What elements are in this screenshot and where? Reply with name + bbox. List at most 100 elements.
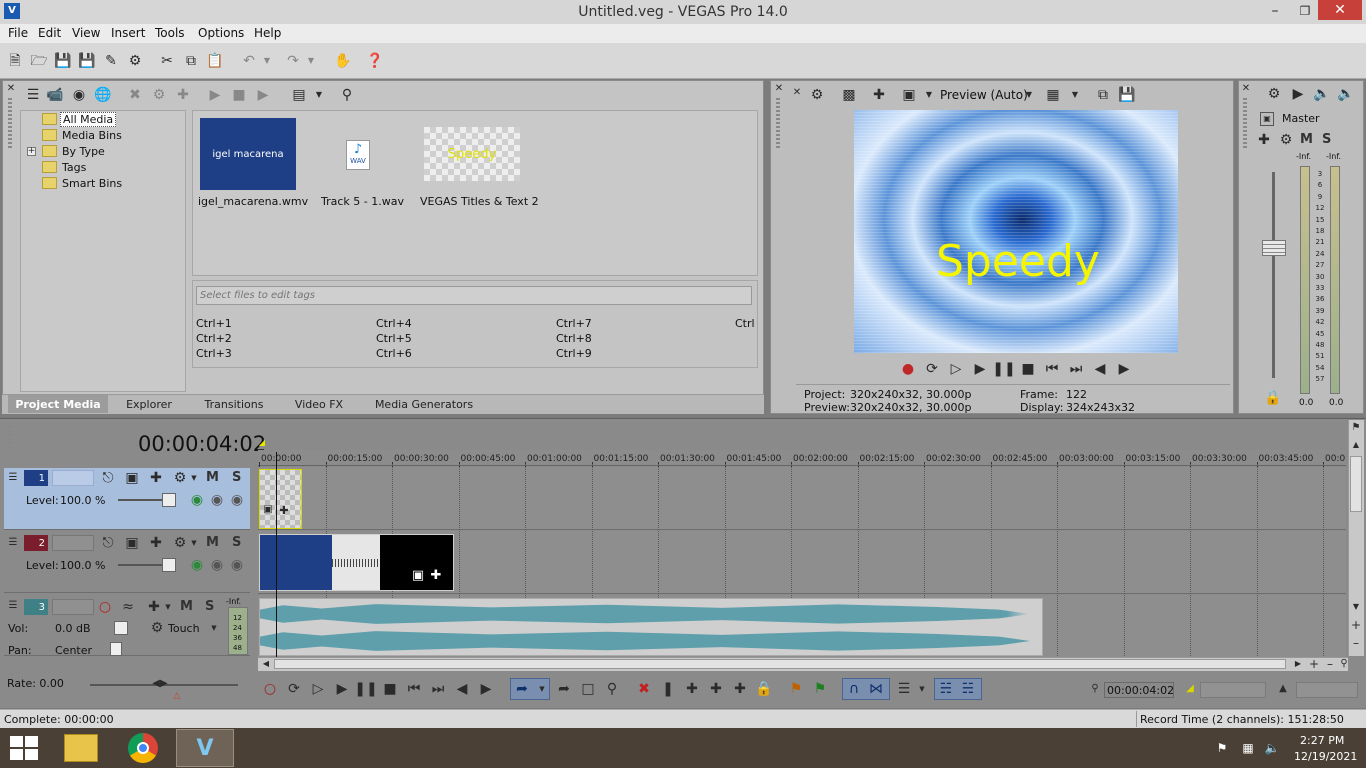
undo-icon[interactable]: ↶ xyxy=(240,52,258,70)
menu-tools[interactable]: Tools xyxy=(155,26,185,40)
windows-start-icon[interactable] xyxy=(10,736,38,760)
pause-icon[interactable]: ❚❚ xyxy=(992,361,1015,377)
tab-transitions[interactable]: Transitions xyxy=(190,395,278,413)
title-text-clip[interactable] xyxy=(259,469,302,529)
paste-icon[interactable]: 📋 xyxy=(206,52,224,70)
selection-length-field[interactable] xyxy=(1200,682,1266,698)
trim-end-icon[interactable]: ✚ xyxy=(708,681,724,697)
master-mute-button[interactable]: M xyxy=(1300,132,1313,147)
tag-shortcut[interactable]: Ctrl+5 xyxy=(376,332,412,345)
tag-shortcut[interactable]: Ctrl+6 xyxy=(376,347,412,360)
search-icon[interactable]: ⚲ xyxy=(338,86,356,104)
track-name-field-2[interactable] xyxy=(52,535,94,551)
clip-fx-icon[interactable]: ✚ xyxy=(278,504,290,516)
go-to-end-icon[interactable]: ⏭ xyxy=(1068,361,1084,377)
mixer-properties-icon[interactable]: ⚙ xyxy=(1266,86,1282,102)
delete-icon[interactable]: ✖ xyxy=(636,681,652,697)
envelope-tool-icon[interactable]: ➦ xyxy=(556,681,572,697)
play-icon[interactable]: ▶ xyxy=(972,361,988,377)
media-file-title-thumb[interactable]: Speedy xyxy=(424,127,520,181)
restore-icon[interactable]: ❐ xyxy=(1292,2,1318,20)
save-snapshot-icon[interactable]: 💾 xyxy=(1118,86,1136,104)
network-icon[interactable]: ▦ xyxy=(1240,740,1256,756)
auto-preview-icon[interactable]: ▶ xyxy=(254,86,272,104)
selection-end-field[interactable] xyxy=(1296,682,1358,698)
compositing-mode-icon[interactable]: ⎋ xyxy=(100,470,116,486)
insert-marker-icon[interactable]: ⚑ xyxy=(788,681,804,697)
track-fx-icon[interactable]: ⚙ xyxy=(172,535,188,551)
tree-item-all-media[interactable]: All Media xyxy=(60,112,117,127)
go-to-start-icon[interactable]: ⏮ xyxy=(1044,361,1060,377)
rate-slider-handle[interactable]: ◀▶ xyxy=(146,677,174,691)
track-fx-dropdown-icon[interactable]: ▼ xyxy=(190,537,198,549)
menu-help[interactable]: Help xyxy=(254,26,281,40)
insert-region-icon[interactable]: ⚑ xyxy=(812,681,828,697)
compositing-mode-icon[interactable]: ⎋ xyxy=(100,535,116,551)
panel-grip[interactable] xyxy=(776,98,780,148)
collapse-track-icon[interactable]: ☰ xyxy=(7,537,19,549)
menu-insert[interactable]: Insert xyxy=(111,26,145,40)
scroll-up-icon[interactable]: ▲ xyxy=(1349,438,1363,452)
auto-ripple-icon[interactable]: ☰ xyxy=(896,681,912,697)
track-fx-icon[interactable]: ✚ xyxy=(146,599,162,615)
copy-icon[interactable]: ⧉ xyxy=(182,52,200,70)
playhead-cursor[interactable] xyxy=(276,452,277,660)
enable-snapping-icon[interactable]: ✋ xyxy=(334,52,352,70)
timeline-timecode[interactable]: 00:00:04:02 xyxy=(138,432,266,456)
import-media-icon[interactable]: ☰ xyxy=(24,86,42,104)
clip-pan-crop-icon[interactable]: ▣ xyxy=(262,504,274,516)
save-as-icon[interactable]: 💾 xyxy=(78,52,96,70)
composite-child-icon[interactable]: ◉ xyxy=(210,558,224,572)
views-icon[interactable]: ▤ xyxy=(290,86,308,104)
next-frame-icon[interactable]: ▶ xyxy=(1116,361,1132,377)
play-from-start-icon[interactable]: ▷ xyxy=(948,361,964,377)
zoom-out-horizontal-icon[interactable]: – xyxy=(1324,658,1336,670)
record-icon[interactable]: ○ xyxy=(262,681,278,697)
loop-playback-icon[interactable]: ⟳ xyxy=(924,361,940,377)
tree-item-tags[interactable]: Tags xyxy=(62,161,86,174)
close-icon[interactable]: ✕ xyxy=(1318,0,1362,20)
zoom-in-horizontal-icon[interactable]: + xyxy=(1308,658,1320,670)
external-monitor-icon[interactable]: ▩ xyxy=(840,86,858,104)
vegas-taskbar-icon[interactable]: V xyxy=(176,729,234,767)
mask-icon[interactable]: ◉ xyxy=(230,558,244,572)
media-properties-icon[interactable]: ✚ xyxy=(174,86,192,104)
pan-slider-handle[interactable] xyxy=(110,642,122,656)
solo-button-1[interactable]: S xyxy=(232,470,241,485)
tree-item-by-type[interactable]: By Type xyxy=(62,145,105,158)
remove-media-icon[interactable]: ✖ xyxy=(126,86,144,104)
tag-shortcut[interactable]: Ctrl xyxy=(735,317,755,330)
tag-shortcut[interactable]: Ctrl+3 xyxy=(196,347,232,360)
expand-plus-icon[interactable]: + xyxy=(27,147,36,156)
vertical-scroll-thumb[interactable] xyxy=(1350,456,1362,512)
audio-clip[interactable] xyxy=(259,598,1043,656)
tag-shortcut[interactable]: Ctrl+8 xyxy=(556,332,592,345)
solo-button-2[interactable]: S xyxy=(232,535,241,550)
stop-icon[interactable]: ■ xyxy=(1020,361,1036,377)
composite-parent-icon[interactable]: ◉ xyxy=(190,493,204,507)
edit-tool-dropdown-icon[interactable]: ▼ xyxy=(538,683,546,695)
tags-input[interactable] xyxy=(196,286,752,305)
collapse-track-icon[interactable]: ☰ xyxy=(7,600,19,612)
ripple-dropdown-icon[interactable]: ▼ xyxy=(918,683,926,695)
open-folder-icon[interactable]: 🗁 xyxy=(30,52,48,70)
composite-parent-icon[interactable]: ◉ xyxy=(190,558,204,572)
bus-fx-icon[interactable]: ⚙ xyxy=(1278,132,1294,148)
track-name-field-1[interactable] xyxy=(52,470,94,486)
preview-properties-icon[interactable]: ⚙ xyxy=(808,86,826,104)
get-media-web-icon[interactable]: 🌐 xyxy=(94,86,112,104)
tab-explorer[interactable]: Explorer xyxy=(112,395,186,413)
zoom-in-vertical-icon[interactable]: + xyxy=(1349,618,1363,632)
track-lane-1[interactable] xyxy=(258,467,1346,530)
split-screen-icon[interactable]: ✚ xyxy=(870,86,888,104)
scroll-right-icon[interactable]: ▶ xyxy=(1292,658,1304,670)
tab-media-generators[interactable]: Media Generators xyxy=(360,395,488,413)
panel-close-icon[interactable]: ✕ xyxy=(1241,84,1251,94)
lock-icon[interactable]: 🔒 xyxy=(755,681,772,697)
tab-video-fx[interactable]: Video FX xyxy=(282,395,356,413)
media-file-igel[interactable]: igel macarena xyxy=(200,118,296,190)
trim-start-icon[interactable]: ✚ xyxy=(684,681,700,697)
tag-shortcut[interactable]: Ctrl+2 xyxy=(196,332,232,345)
preview-quality-select[interactable]: Preview (Auto) xyxy=(940,88,1028,102)
mute-button-1[interactable]: M xyxy=(206,470,219,485)
